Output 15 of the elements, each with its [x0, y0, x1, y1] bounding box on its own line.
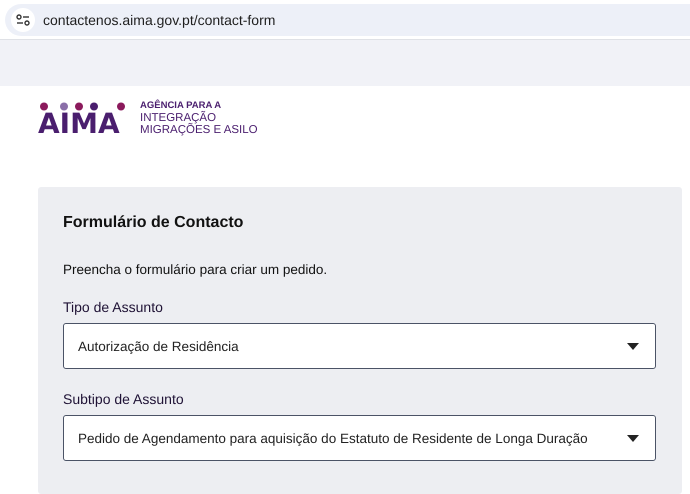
dropdown-field[interactable]: Autorização de Residência	[63, 323, 656, 369]
logo-wordmark: AIMA	[38, 111, 120, 137]
logo-tagline: INTEGRAÇÃO	[140, 112, 218, 124]
caret-icon	[627, 434, 639, 442]
field-label: Subtipo de Assunto	[63, 391, 185, 407]
dropdown-field[interactable]: Pedido de Agendamento para aquisição do Estatuto de Residente de Longa Duração	[63, 415, 656, 461]
logo-tagline: MIGRAÇÕES E ASILO	[140, 124, 258, 136]
form-title: Formulário de Contacto	[63, 214, 244, 232]
site-settings-icon[interactable]	[11, 8, 35, 32]
logo-tagline: AGÊNCIA PARA A	[140, 100, 222, 111]
field-label: Tipo de Assunto	[63, 299, 164, 315]
form-intro: Preencha o formulário para criar um pedido.	[63, 262, 328, 277]
url-text: contactenos.aima.gov.pt/contact-form	[43, 12, 276, 28]
address-bar[interactable]: contactenos.aima.gov.pt/contact-form	[5, 4, 690, 36]
caret-icon	[627, 342, 639, 350]
